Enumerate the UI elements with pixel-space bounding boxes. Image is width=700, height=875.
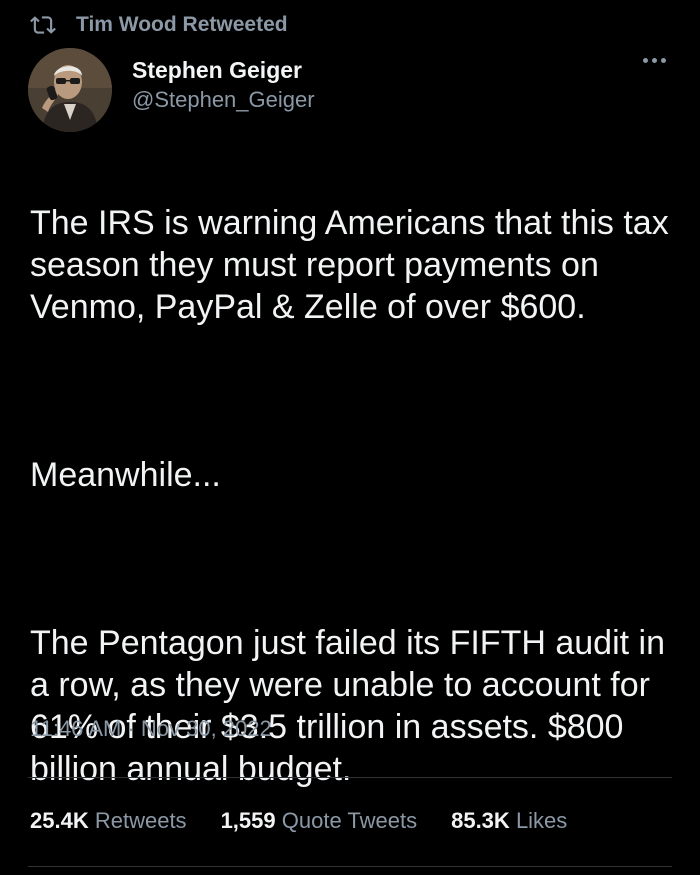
retweet-icon	[30, 16, 56, 34]
tweet-paragraph-1: The IRS is warning Americans that this t…	[30, 204, 669, 326]
likes-stat[interactable]: 85.3K Likes	[451, 808, 567, 834]
divider	[28, 777, 672, 778]
tweet-timestamp[interactable]: 11:46 AM · Nov 30, 2022	[30, 716, 272, 742]
retweets-stat[interactable]: 25.4K Retweets	[30, 808, 187, 834]
avatar-portrait	[28, 48, 112, 132]
quote-tweets-stat[interactable]: 1,559 Quote Tweets	[221, 808, 418, 834]
tweet-stats: 25.4K Retweets 1,559 Quote Tweets 85.3K …	[30, 808, 601, 834]
quote-tweets-label: Quote Tweets	[281, 808, 418, 833]
retweets-count: 25.4K	[30, 808, 89, 833]
avatar[interactable]	[28, 48, 112, 132]
more-options-icon[interactable]	[643, 58, 666, 63]
divider-bottom	[28, 866, 672, 867]
tweet-paragraph-3: The Pentagon just failed its FIFTH audit…	[30, 624, 665, 788]
author-handle[interactable]: @Stephen_Geiger	[132, 85, 315, 115]
quote-tweets-count: 1,559	[220, 808, 276, 833]
author-info[interactable]: Stephen Geiger @Stephen_Geiger	[132, 56, 315, 115]
tweet-paragraph-2: Meanwhile...	[30, 456, 221, 494]
author-name[interactable]: Stephen Geiger	[132, 56, 315, 84]
likes-label: Likes	[515, 808, 568, 833]
retweet-banner[interactable]: Tim Wood Retweeted	[28, 12, 288, 38]
likes-count: 85.3K	[451, 808, 510, 833]
retweets-label: Retweets	[94, 808, 187, 833]
retweet-banner-text: Tim Wood Retweeted	[76, 13, 288, 36]
